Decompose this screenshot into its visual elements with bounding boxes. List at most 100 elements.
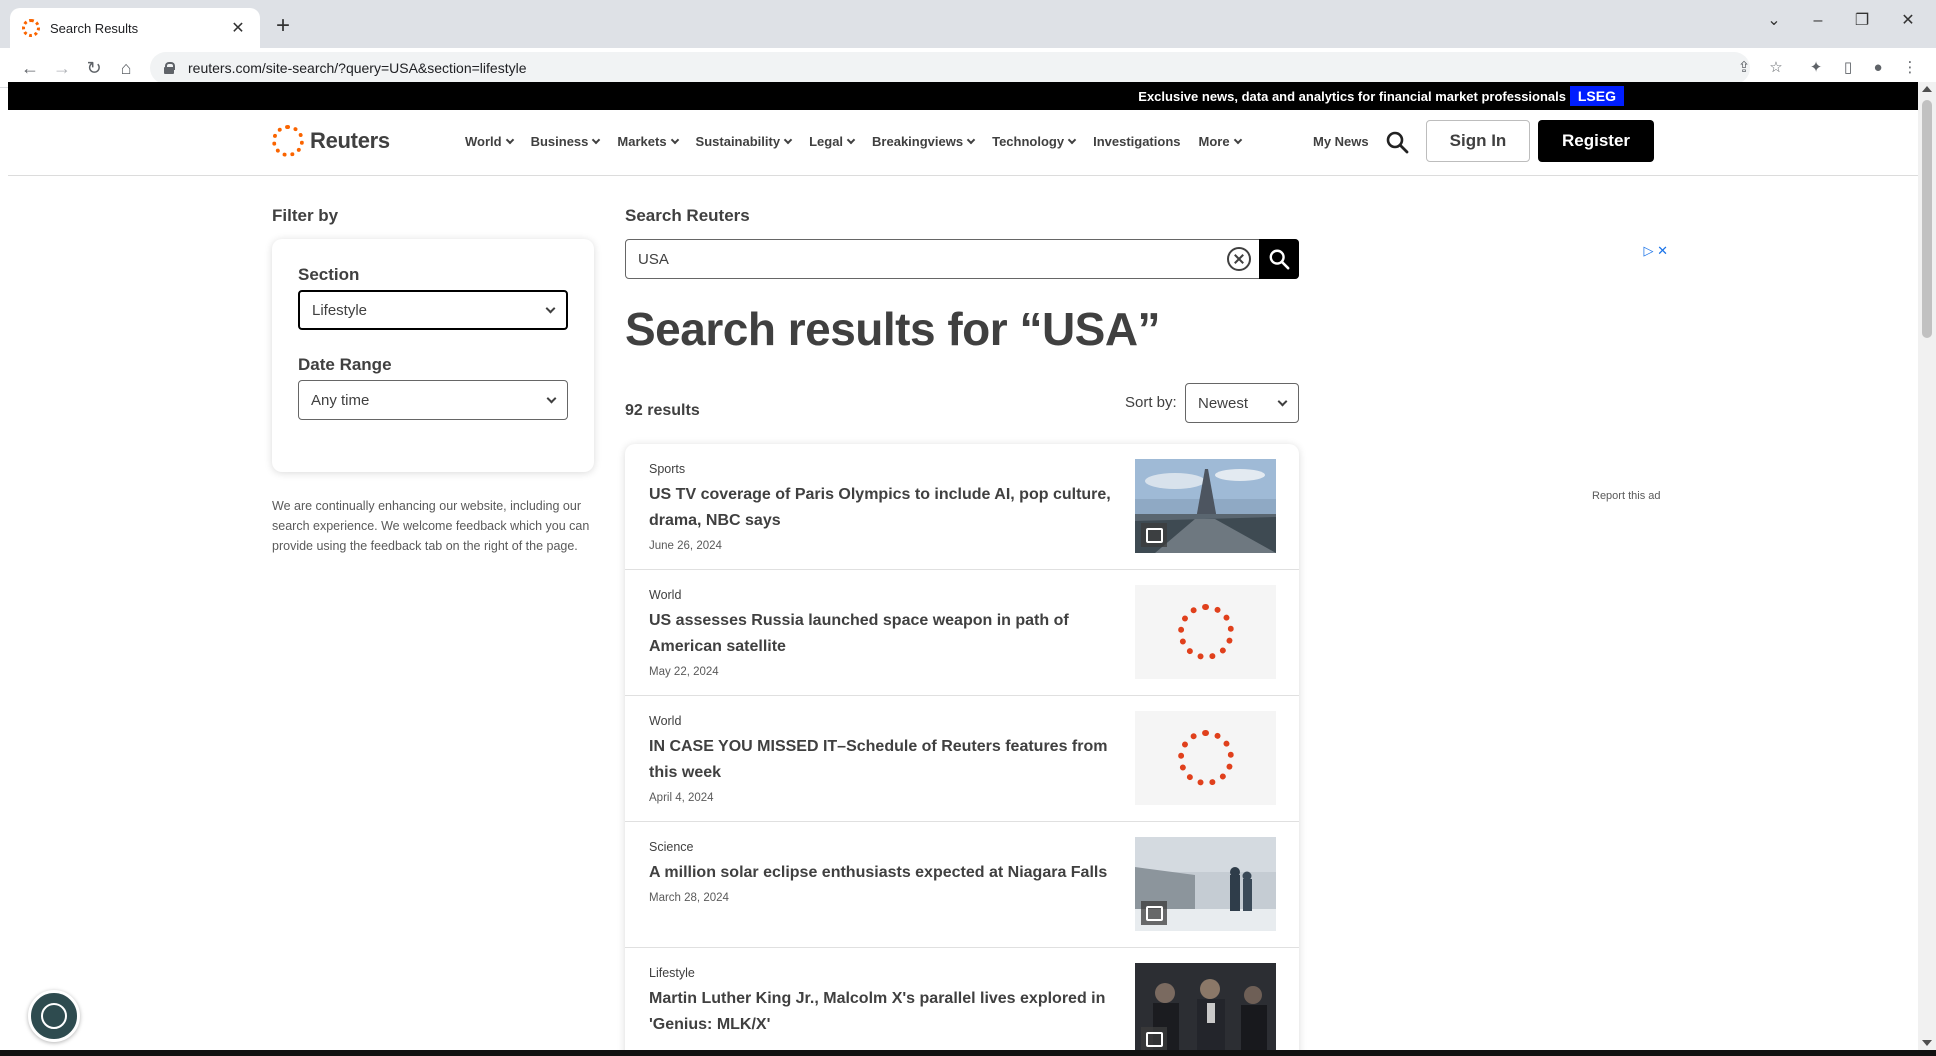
browser-tabstrip: Search Results ✕ + ⌄ – ❐ ✕ — [0, 0, 1936, 48]
page-title: Search results for “USA” — [625, 303, 1161, 355]
nav-markets[interactable]: Markets — [617, 134, 679, 149]
sort-by-label: Sort by: — [1125, 394, 1177, 411]
result-title[interactable]: US TV coverage of Paris Olympics to incl… — [649, 482, 1119, 534]
result-item: World US assesses Russia launched space … — [625, 570, 1299, 696]
sign-in-button[interactable]: Sign In — [1426, 120, 1530, 162]
result-thumbnail[interactable] — [1135, 837, 1276, 931]
chevron-down-icon — [546, 393, 557, 403]
result-title[interactable]: IN CASE YOU MISSED IT–Schedule of Reuter… — [649, 734, 1119, 786]
nav-label: Breakingviews — [872, 134, 964, 149]
reload-icon[interactable]: ↻ — [80, 54, 108, 82]
report-ad-link[interactable]: Report this ad — [1592, 490, 1660, 502]
restore-icon[interactable]: ❐ — [1840, 6, 1884, 36]
browser-tab[interactable]: Search Results ✕ — [10, 8, 260, 48]
forward-icon[interactable]: → — [48, 54, 76, 82]
result-thumbnail[interactable] — [1135, 711, 1276, 805]
search-box — [625, 239, 1299, 279]
search-submit-button[interactable] — [1259, 239, 1299, 279]
my-news-link[interactable]: My News — [1313, 134, 1369, 149]
result-category[interactable]: World — [649, 714, 681, 728]
result-category[interactable]: Sports — [649, 462, 685, 476]
nav-more[interactable]: More — [1199, 134, 1242, 149]
reuters-logo[interactable]: Reuters — [272, 125, 390, 157]
chevron-down-icon — [670, 135, 679, 144]
scroll-down-arrow-icon[interactable] — [1922, 1040, 1932, 1046]
chevron-down-icon — [1067, 135, 1077, 144]
result-title[interactable]: Martin Luther King Jr., Malcolm X's para… — [649, 986, 1119, 1038]
sort-select[interactable]: Newest — [1185, 383, 1299, 423]
nav-technology[interactable]: Technology — [992, 134, 1077, 149]
extensions-icon[interactable]: ✦ — [1804, 56, 1828, 80]
bookmark-star-icon[interactable]: ☆ — [1764, 56, 1788, 80]
address-bar[interactable]: reuters.com/site-search/?query=USA&secti… — [150, 52, 1750, 84]
chevron-down-icon — [846, 135, 856, 144]
nav-legal[interactable]: Legal — [809, 134, 856, 149]
reuters-logo-icon — [272, 125, 304, 157]
profile-avatar-icon[interactable]: ● — [1866, 56, 1890, 80]
result-date: March 28, 2024 — [649, 892, 729, 904]
cookie-icon — [41, 1003, 67, 1029]
chevron-down-icon — [966, 135, 976, 144]
reuters-logo-icon — [1177, 730, 1234, 786]
register-button[interactable]: Register — [1538, 120, 1654, 162]
lseg-badge[interactable]: LSEG — [1569, 86, 1624, 106]
result-thumbnail[interactable] — [1135, 459, 1276, 553]
scroll-up-arrow-icon[interactable] — [1922, 86, 1932, 92]
result-thumbnail[interactable] — [1135, 585, 1276, 679]
filter-panel: Section Lifestyle Date Range Any time — [272, 239, 594, 472]
result-thumbnail[interactable] — [1135, 963, 1276, 1050]
search-icon — [1269, 249, 1290, 270]
section-select[interactable]: Lifestyle — [298, 290, 568, 330]
chevron-down-icon — [783, 135, 793, 144]
photo-gallery-icon — [1141, 901, 1167, 925]
home-icon[interactable]: ⌂ — [112, 54, 140, 82]
search-icon[interactable] — [1385, 130, 1409, 154]
nav-label: Legal — [809, 134, 844, 149]
result-category[interactable]: Lifestyle — [649, 966, 695, 980]
feedback-note: We are continually enhancing our website… — [272, 499, 590, 553]
result-item: Lifestyle Martin Luther King Jr., Malcol… — [625, 948, 1299, 1050]
minimize-icon[interactable]: – — [1796, 6, 1840, 36]
page-scrollbar[interactable] — [1918, 82, 1936, 1050]
share-icon[interactable]: ⇪ — [1732, 56, 1756, 80]
window-close-icon[interactable]: ✕ — [1886, 6, 1930, 36]
url-text[interactable]: reuters.com/site-search/?query=USA&secti… — [188, 60, 526, 76]
nav-sustainability[interactable]: Sustainability — [695, 134, 793, 149]
promo-bar[interactable]: Exclusive news, data and analytics for f… — [8, 82, 1918, 110]
chevron-down-icon — [545, 303, 556, 313]
result-title[interactable]: US assesses Russia launched space weapon… — [649, 608, 1119, 660]
nav-label: Sustainability — [695, 134, 781, 149]
tab-title: Search Results — [50, 20, 139, 36]
lock-icon[interactable] — [164, 62, 175, 74]
results-count: 92 results — [625, 402, 700, 419]
date-range-select[interactable]: Any time — [298, 380, 568, 420]
date-range-value: Any time — [311, 391, 370, 409]
scroll-thumb[interactable] — [1922, 100, 1932, 338]
new-tab-icon[interactable]: + — [268, 12, 298, 40]
search-input[interactable] — [626, 241, 1227, 277]
back-icon[interactable]: ← — [16, 54, 44, 82]
nav-world[interactable]: World — [465, 134, 514, 149]
section-value: Lifestyle — [312, 301, 368, 319]
side-panel-icon[interactable]: ▯ — [1836, 56, 1860, 80]
adchoices-icon[interactable]: ▷ ✕ — [1643, 243, 1668, 259]
menu-kebab-icon[interactable]: ⋮ — [1898, 56, 1922, 80]
result-title[interactable]: A million solar eclipse enthusiasts expe… — [649, 860, 1119, 886]
nav-investigations[interactable]: Investigations — [1093, 134, 1180, 149]
nav-business[interactable]: Business — [531, 134, 601, 149]
result-item: Science A million solar eclipse enthusia… — [625, 822, 1299, 948]
nav-label: Markets — [617, 134, 667, 149]
nav-label: World — [465, 134, 502, 149]
clear-search-icon[interactable] — [1227, 247, 1251, 271]
result-date: June 26, 2024 — [649, 540, 722, 552]
nav-breakingviews[interactable]: Breakingviews — [872, 134, 976, 149]
cookie-settings-button[interactable] — [28, 990, 80, 1042]
promo-text[interactable]: Exclusive news, data and analytics for f… — [1138, 89, 1566, 104]
search-heading: Search Reuters — [625, 206, 750, 225]
tab-search-chevron-icon[interactable]: ⌄ — [1752, 6, 1796, 36]
taskbar — [0, 1050, 1936, 1056]
result-category[interactable]: World — [649, 588, 681, 602]
tab-close-icon[interactable]: ✕ — [228, 18, 248, 38]
result-category[interactable]: Science — [649, 840, 693, 854]
ad-slot[interactable]: ▷ ✕ — [1363, 239, 1668, 499]
